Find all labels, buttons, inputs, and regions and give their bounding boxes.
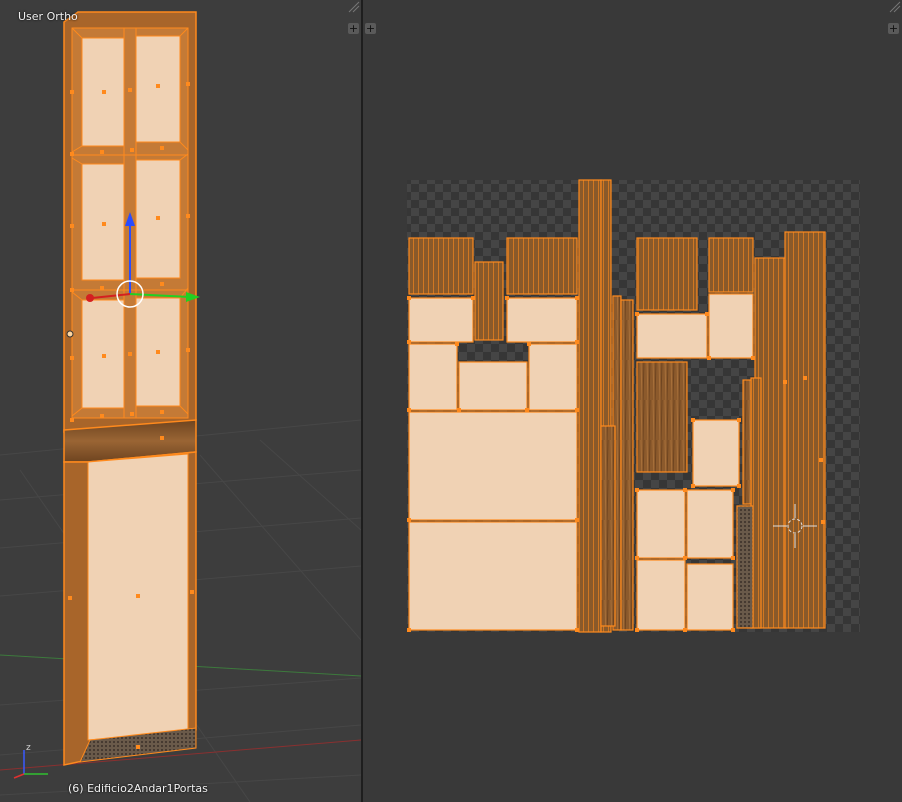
view-name-label: User Ortho [18, 10, 78, 23]
plus-icon[interactable]: + [365, 23, 376, 34]
axis-widget-z-label: z [26, 743, 31, 753]
mesh-object[interactable] [63, 11, 197, 766]
uv-canvas[interactable] [363, 0, 902, 802]
3d-viewport[interactable]: z User Ortho (6) Edificio2Andar1Portas + [0, 0, 361, 802]
plus-icon[interactable]: + [888, 23, 899, 34]
viewport-canvas[interactable]: z [0, 0, 361, 802]
active-object-label: (6) Edificio2Andar1Portas [68, 782, 208, 795]
plus-icon[interactable]: + [348, 23, 359, 34]
corner-grip-icon[interactable] [347, 0, 361, 14]
axis-widget-icon: z [13, 743, 48, 779]
uv-image-editor[interactable]: + + [363, 0, 902, 802]
corner-grip-icon[interactable] [888, 0, 902, 14]
